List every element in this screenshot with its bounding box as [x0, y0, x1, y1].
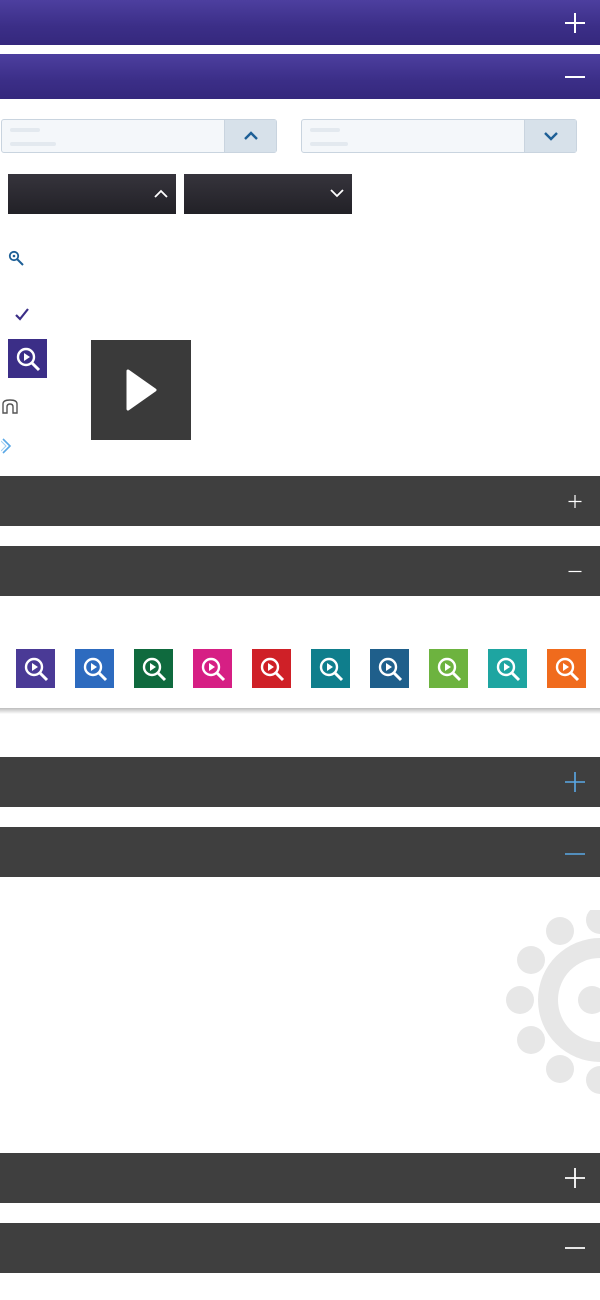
select-field-1[interactable]: [1, 119, 277, 153]
swatch-tile-purple[interactable]: [16, 649, 55, 688]
zoom-play-icon: [201, 657, 225, 681]
panel-3-header[interactable]: [0, 476, 600, 526]
panel-5-header[interactable]: [0, 757, 600, 807]
swatch-tile-orange[interactable]: [547, 649, 586, 688]
divider-shadow: [0, 708, 600, 714]
plus-icon[interactable]: [564, 12, 586, 34]
play-icon: [126, 369, 157, 411]
panel-2-header[interactable]: [0, 54, 600, 99]
dark-select-2[interactable]: [184, 174, 352, 214]
plus-icon[interactable]: [564, 771, 586, 793]
swatch-tile-green[interactable]: [134, 649, 173, 688]
select-field-2[interactable]: [301, 119, 577, 153]
panel-6-header[interactable]: [0, 827, 600, 877]
zoom-play-icon[interactable]: [8, 339, 47, 378]
search-key-icon[interactable]: [7, 249, 25, 272]
video-play-button[interactable]: [91, 340, 191, 440]
minus-icon[interactable]: [564, 66, 586, 88]
select-toggle-button[interactable]: [524, 120, 576, 152]
minus-icon[interactable]: [564, 841, 586, 863]
select-toggle-button[interactable]: [224, 120, 276, 152]
swatch-tile-navy[interactable]: [370, 649, 409, 688]
minus-icon[interactable]: [564, 560, 586, 582]
zoom-play-icon: [83, 657, 107, 681]
placeholder-line: [10, 142, 56, 146]
panel-1-header[interactable]: [0, 0, 600, 45]
zoom-play-icon: [319, 657, 343, 681]
gear-icon: [504, 906, 600, 1099]
chevron-down-icon: [543, 132, 558, 141]
dark-select-1[interactable]: [8, 174, 176, 214]
swatch-tile-red[interactable]: [252, 649, 291, 688]
minus-icon[interactable]: [564, 1237, 586, 1259]
panel-4-header[interactable]: [0, 546, 600, 596]
placeholder-line: [310, 142, 348, 146]
swatch-tile-teal[interactable]: [311, 649, 350, 688]
check-icon: [14, 306, 30, 327]
zoom-play-icon: [24, 657, 48, 681]
plus-icon[interactable]: [564, 1167, 586, 1189]
panel-7-header[interactable]: [0, 1153, 600, 1203]
arch-icon: [2, 399, 18, 419]
swatch-tile-magenta[interactable]: [193, 649, 232, 688]
zoom-play-icon: [260, 657, 284, 681]
zoom-play-icon: [437, 657, 461, 681]
chevron-up-icon: [154, 185, 168, 203]
chevron-up-icon: [243, 131, 258, 140]
zoom-play-icon: [378, 657, 402, 681]
swatch-tile-lime[interactable]: [429, 649, 468, 688]
zoom-play-icon: [496, 657, 520, 681]
zoom-play-icon: [555, 657, 579, 681]
panel-8-header[interactable]: [0, 1223, 600, 1273]
swatch-tile-blue[interactable]: [75, 649, 114, 688]
chevron-right-icon[interactable]: [0, 438, 15, 459]
swatch-tile-aqua[interactable]: [488, 649, 527, 688]
placeholder-line: [310, 128, 340, 132]
placeholder-line: [10, 128, 40, 132]
plus-icon[interactable]: [564, 490, 586, 512]
zoom-play-icon: [142, 657, 166, 681]
chevron-down-icon: [330, 185, 344, 203]
